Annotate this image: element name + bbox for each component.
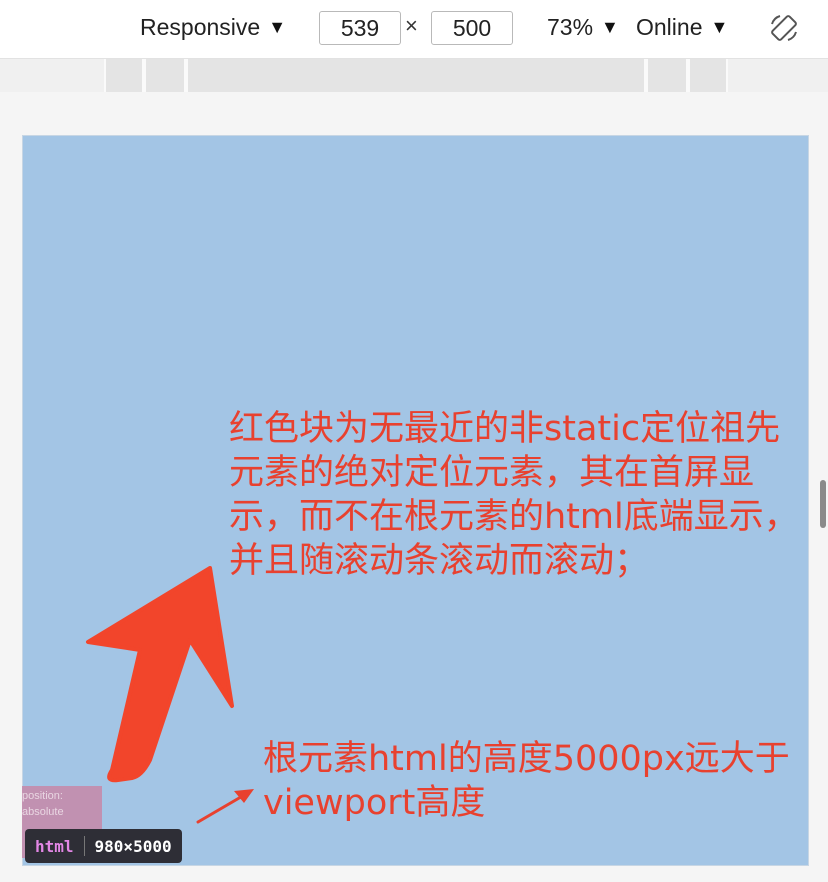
media-query-segment[interactable] [104,59,144,92]
chevron-down-icon: ▼ [268,17,287,37]
badge-dimensions: 980×5000 [94,836,172,856]
rotate-icon[interactable] [768,12,800,44]
badge-divider [83,836,85,856]
viewport-width-input[interactable]: 539 [319,11,401,45]
annotation-secondary: 根元素html的高度5000px远大于viewport高度 [263,739,790,823]
network-select[interactable]: Online ▼ [636,14,728,41]
media-query-segment[interactable] [186,59,646,92]
media-query-segment[interactable] [646,59,688,92]
media-query-segment[interactable] [688,59,728,92]
device-select-label: Responsive [140,14,261,40]
network-select-label: Online [636,14,703,40]
badge-tag-name: html [35,836,74,856]
chevron-down-icon: ▼ [601,17,619,37]
device-toolbar: Responsive ▼ 539 × 500 73% ▼ Online ▼ [0,0,828,59]
absolute-block-label-line1: position: [22,790,63,802]
absolute-block-label: position: absolute [22,788,102,820]
absolute-block-label-line2: absolute [22,806,64,818]
viewport-height-input[interactable]: 500 [431,11,513,45]
device-select[interactable]: Responsive ▼ [140,14,286,41]
annotation-main: 红色块为无最近的非static定位祖先元素的绝对定位元素，其在首屏显示，而不在根… [229,409,799,581]
times-symbol: × [405,13,418,38]
media-query-segment[interactable] [144,59,186,92]
chevron-down-icon: ▼ [710,17,729,37]
element-inspector-badge: html 980×5000 [25,829,182,863]
media-query-bar [0,59,828,92]
scrollbar-thumb[interactable] [820,480,826,528]
zoom-select[interactable]: 73% ▼ [547,14,619,41]
zoom-select-label: 73% [547,14,594,40]
